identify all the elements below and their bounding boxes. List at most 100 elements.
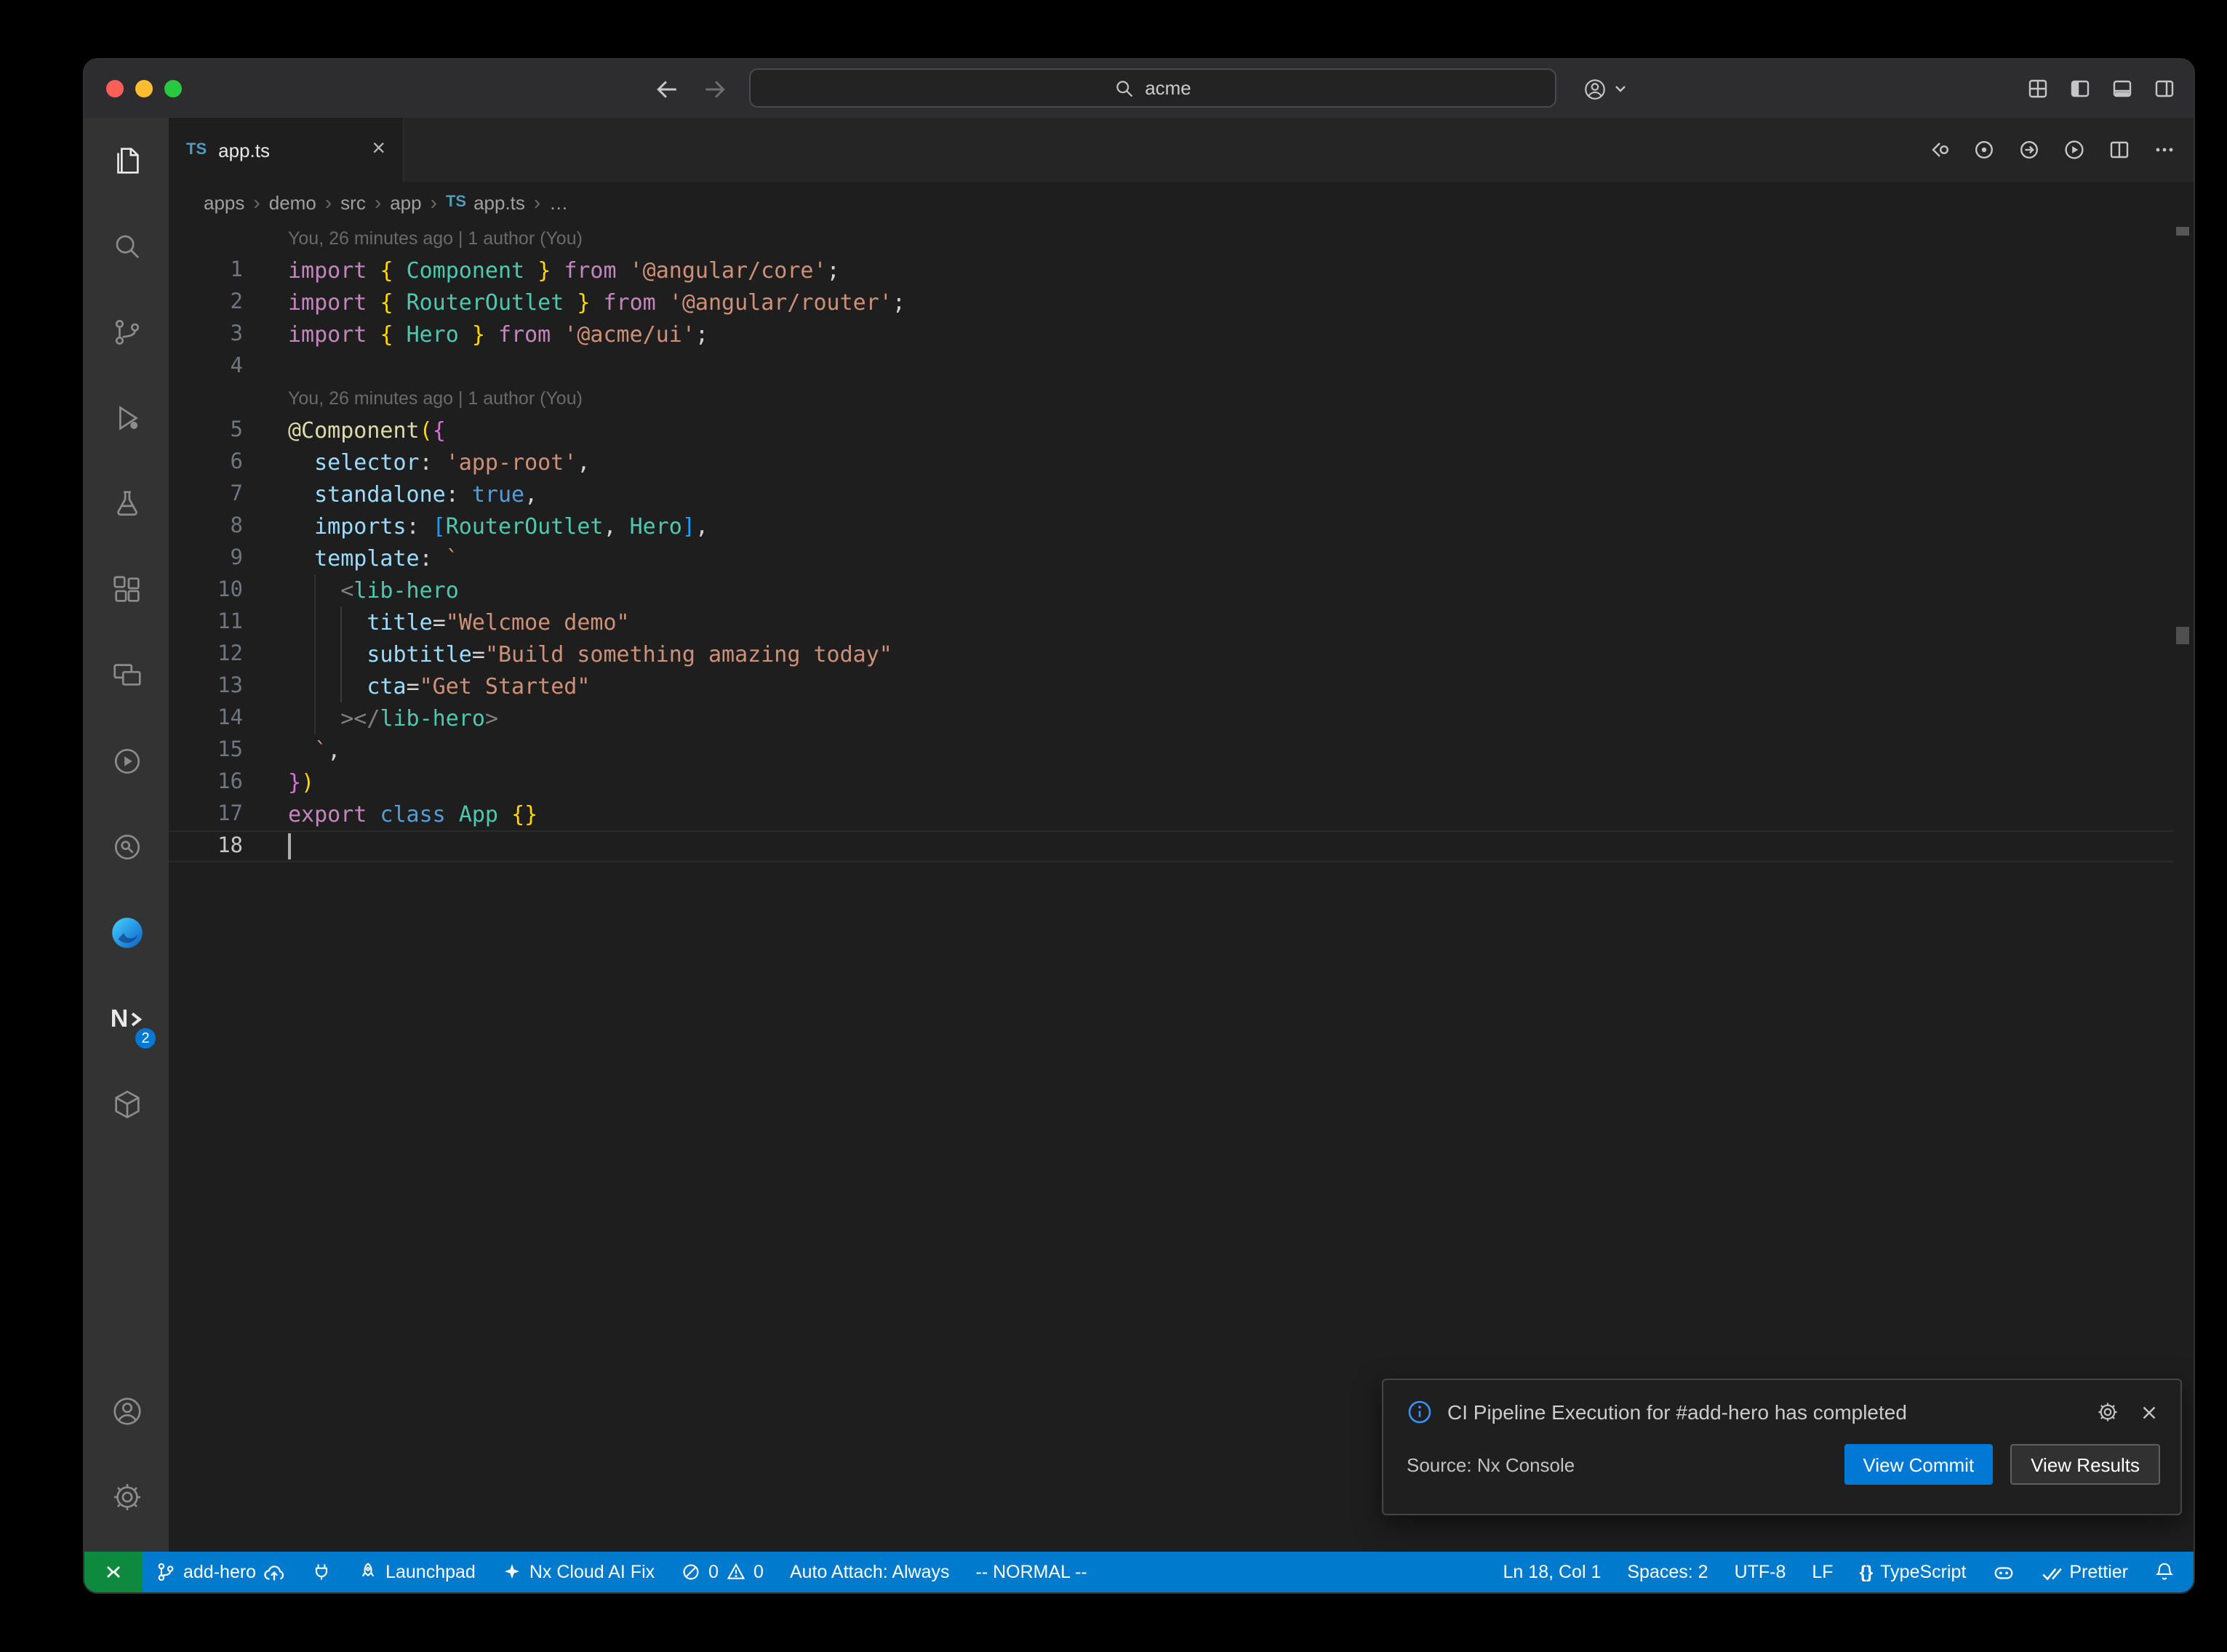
line-number[interactable]: 14 xyxy=(169,702,243,734)
breadcrumb-item[interactable]: src xyxy=(340,191,366,213)
branch-indicator[interactable]: add-hero xyxy=(143,1552,298,1592)
plug-indicator[interactable] xyxy=(298,1552,345,1592)
line-number[interactable]: 7 xyxy=(169,478,243,510)
line-number[interactable]: 9 xyxy=(169,542,243,574)
line-number[interactable]: 13 xyxy=(169,670,243,702)
line-number[interactable]: 12 xyxy=(169,638,243,670)
code-search-icon[interactable] xyxy=(84,804,169,890)
accounts-icon[interactable] xyxy=(84,1368,169,1454)
command-center-search[interactable]: acme xyxy=(749,68,1556,108)
nx-cloud-indicator[interactable]: Nx Cloud AI Fix xyxy=(489,1552,668,1592)
code-line[interactable]: 17export class App {} xyxy=(169,798,2173,830)
remote-indicator[interactable] xyxy=(84,1552,143,1592)
breadcrumb-item[interactable]: apps xyxy=(204,191,244,213)
package-cube-icon[interactable] xyxy=(84,1062,169,1147)
tab-app-ts[interactable]: TS app.ts × xyxy=(169,118,404,182)
line-number[interactable]: 17 xyxy=(169,798,243,830)
cursor-position-indicator[interactable]: Ln 18, Col 1 xyxy=(1490,1552,1615,1592)
code-line[interactable]: 2import { RouterOutlet } from '@angular/… xyxy=(169,286,2173,318)
arrow-circle-icon[interactable] xyxy=(2018,138,2041,161)
code-line[interactable]: 15 `, xyxy=(169,734,2173,766)
eol-indicator[interactable]: LF xyxy=(1799,1552,1846,1592)
line-number[interactable]: 6 xyxy=(169,446,243,478)
code-line[interactable]: 4 xyxy=(169,350,2173,382)
minimize-window-button[interactable] xyxy=(135,80,153,97)
close-window-button[interactable] xyxy=(106,80,124,97)
code-line[interactable]: 5@Component({ xyxy=(169,414,2173,446)
formatter-indicator[interactable]: Prettier xyxy=(2027,1552,2141,1592)
line-number[interactable]: 4 xyxy=(169,350,243,382)
toggle-sidebar-icon[interactable] xyxy=(2068,77,2092,100)
settings-gear-icon[interactable] xyxy=(84,1454,169,1540)
line-number[interactable]: 10 xyxy=(169,574,243,606)
breadcrumb-item[interactable]: demo xyxy=(269,191,316,213)
line-number[interactable]: 11 xyxy=(169,606,243,638)
problems-indicator[interactable]: 0 0 xyxy=(668,1552,777,1592)
back-icon[interactable] xyxy=(655,76,679,101)
target-icon[interactable] xyxy=(1972,138,1996,161)
toggle-panel-icon[interactable] xyxy=(2111,77,2134,100)
line-number[interactable]: 8 xyxy=(169,510,243,542)
line-number[interactable]: 2 xyxy=(169,286,243,318)
code-line[interactable]: 10 <lib-hero xyxy=(169,574,2173,606)
extensions-icon[interactable] xyxy=(84,547,169,633)
blame-line[interactable]: You, 26 minutes ago | 1 author (You) xyxy=(169,382,2173,414)
breadcrumb-item[interactable]: app.ts xyxy=(473,191,525,213)
editor[interactable]: You, 26 minutes ago | 1 author (You)1imp… xyxy=(169,222,2194,1552)
nx-console-icon[interactable]: N 2 xyxy=(84,976,169,1062)
code-line[interactable]: 14 ></lib-hero> xyxy=(169,702,2173,734)
line-number[interactable]: 5 xyxy=(169,414,243,446)
copilot-indicator[interactable] xyxy=(1979,1552,2027,1592)
close-notification-icon[interactable] xyxy=(2138,1401,2160,1423)
profile-menu[interactable] xyxy=(1583,60,1626,118)
run-file-icon[interactable] xyxy=(2063,138,2086,161)
indentation-indicator[interactable]: Spaces: 2 xyxy=(1614,1552,1721,1592)
run-debug-icon[interactable] xyxy=(84,375,169,461)
code-line[interactable]: 1import { Component } from '@angular/cor… xyxy=(169,254,2173,286)
edge-browser-icon[interactable] xyxy=(84,890,169,976)
code-line[interactable]: 16}) xyxy=(169,766,2173,798)
blame-line[interactable]: You, 26 minutes ago | 1 author (You) xyxy=(169,222,2173,254)
code-line[interactable]: 13 cta="Get Started" xyxy=(169,670,2173,702)
code-line[interactable]: 9 template: ` xyxy=(169,542,2173,574)
line-number[interactable] xyxy=(169,222,243,254)
code-line[interactable]: 3import { Hero } from '@acme/ui'; xyxy=(169,318,2173,350)
line-number[interactable]: 15 xyxy=(169,734,243,766)
close-tab-icon[interactable]: × xyxy=(372,138,385,161)
line-number[interactable] xyxy=(169,382,243,414)
source-control-icon[interactable] xyxy=(84,289,169,375)
remote-explorer-icon[interactable] xyxy=(84,633,169,718)
code-line[interactable]: 18 xyxy=(169,830,2173,862)
launchpad-indicator[interactable]: Launchpad xyxy=(345,1552,489,1592)
notification-settings-gear-icon[interactable] xyxy=(2096,1400,2119,1424)
overview-ruler[interactable] xyxy=(2173,222,2194,1552)
split-editor-icon[interactable] xyxy=(2108,138,2131,161)
language-mode-indicator[interactable]: {} TypeScript xyxy=(1847,1552,1980,1592)
zoom-window-button[interactable] xyxy=(164,80,182,97)
breadcrumb-item[interactable]: app xyxy=(390,191,421,213)
view-results-button[interactable]: View Results xyxy=(2010,1444,2160,1485)
code-line[interactable]: 12 subtitle="Build something amazing tod… xyxy=(169,638,2173,670)
code-line[interactable]: 8 imports: [RouterOutlet, Hero], xyxy=(169,510,2173,542)
view-commit-button[interactable]: View Commit xyxy=(1844,1444,1994,1485)
search-sidebar-icon[interactable] xyxy=(84,204,169,289)
testing-beaker-icon[interactable] xyxy=(84,461,169,547)
notifications-indicator[interactable] xyxy=(2141,1552,2188,1592)
code-line[interactable]: 7 standalone: true, xyxy=(169,478,2173,510)
toggle-secondary-sidebar-icon[interactable] xyxy=(2153,77,2176,100)
code-line[interactable]: 6 selector: 'app-root', xyxy=(169,446,2173,478)
encoding-indicator[interactable]: UTF-8 xyxy=(1722,1552,1799,1592)
code-line[interactable]: 11 title="Welcmoe demo" xyxy=(169,606,2173,638)
breadcrumb-item[interactable]: … xyxy=(549,191,568,213)
more-actions-icon[interactable] xyxy=(2153,138,2176,161)
forward-icon[interactable] xyxy=(703,76,727,101)
line-number[interactable]: 16 xyxy=(169,766,243,798)
compare-changes-icon[interactable] xyxy=(1927,138,1951,161)
line-number[interactable]: 18 xyxy=(169,830,243,862)
auto-attach-indicator[interactable]: Auto Attach: Always xyxy=(777,1552,963,1592)
vim-mode-indicator[interactable]: -- NORMAL -- xyxy=(963,1552,1100,1592)
line-number[interactable]: 1 xyxy=(169,254,243,286)
play-circle-icon[interactable] xyxy=(84,718,169,804)
explorer-icon[interactable] xyxy=(84,118,169,204)
customize-layout-icon[interactable] xyxy=(2026,77,2050,100)
